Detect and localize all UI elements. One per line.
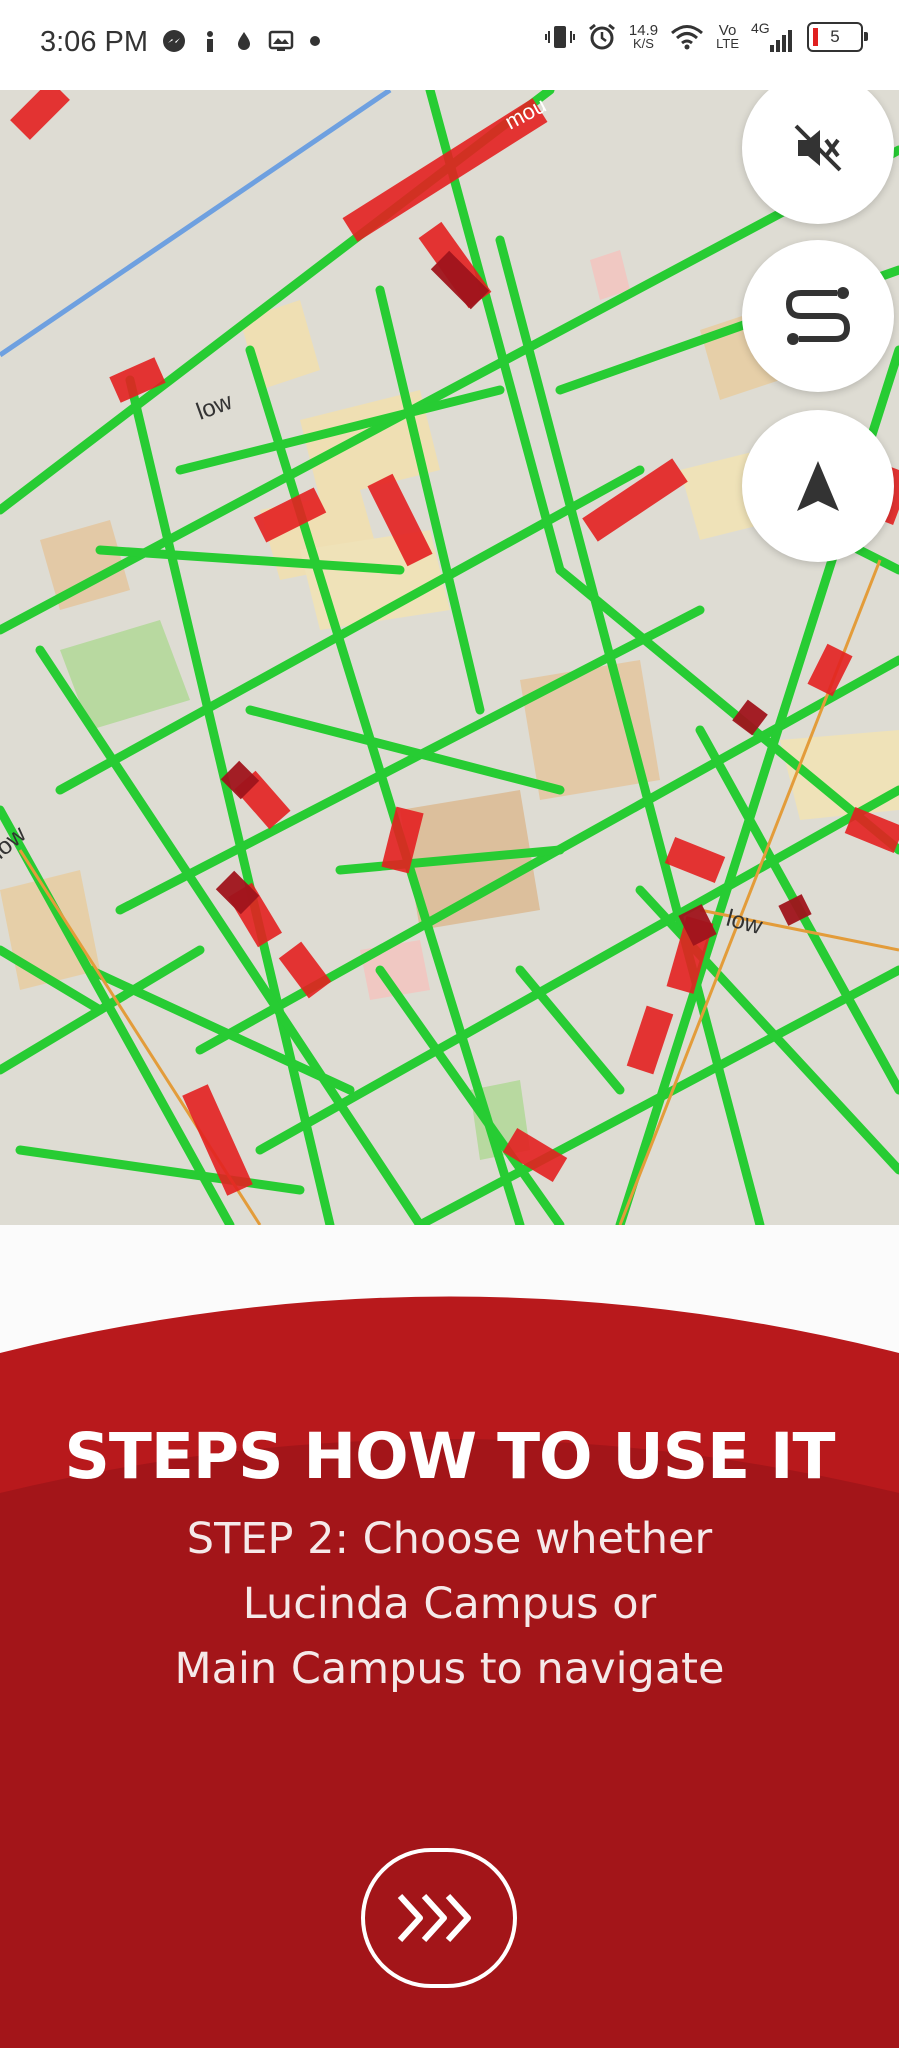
net-speed: 14.9 K/S — [629, 23, 658, 51]
signal-icon — [770, 30, 792, 52]
alarm-icon — [588, 23, 615, 50]
drop-icon — [238, 32, 250, 50]
net-speed-unit: K/S — [633, 36, 654, 51]
volte-bottom: LTE — [716, 36, 739, 51]
mute-icon — [794, 124, 842, 172]
step-text-line2: Lucinda Campus or — [242, 1579, 657, 1629]
recenter-button[interactable] — [742, 410, 894, 562]
traffic-map[interactable]: low low low mou — [0, 90, 899, 1225]
wifi-icon — [671, 25, 704, 50]
navigation-arrow-icon — [797, 461, 839, 511]
volte-indicator: Vo LTE — [716, 23, 739, 51]
dot-icon — [310, 36, 320, 46]
step-text-line1: STEP 2: Choose whether — [186, 1514, 713, 1564]
status-right-icons: 14.9 K/S Vo LTE 4G 5 — [544, 20, 868, 52]
battery-level — [813, 28, 818, 46]
route-button[interactable] — [742, 240, 894, 392]
map-canvas[interactable]: low low low mou — [0, 90, 899, 1225]
notification-icons — [162, 28, 322, 54]
messenger-icon — [163, 30, 185, 52]
info-icon — [207, 31, 213, 52]
status-time: 3:06 PM — [40, 26, 148, 58]
status-bar: 3:06 PM 14.9 K/S Vo LTE 4G 5 — [0, 0, 899, 90]
signal-block: 4G — [751, 20, 795, 52]
next-step-button[interactable] — [361, 1848, 517, 1988]
battery-percent: 5 — [830, 27, 840, 46]
battery-icon: 5 — [807, 22, 868, 52]
route-icon — [785, 287, 851, 345]
triple-chevron-right-icon — [397, 1893, 471, 1943]
image-icon — [268, 30, 294, 51]
network-type: 4G — [751, 20, 770, 36]
onboarding-title: STEPS HOW TO USE IT — [64, 1420, 836, 1493]
step-text-line3: Main Campus to navigate — [174, 1644, 725, 1694]
vibrate-icon — [544, 26, 575, 48]
